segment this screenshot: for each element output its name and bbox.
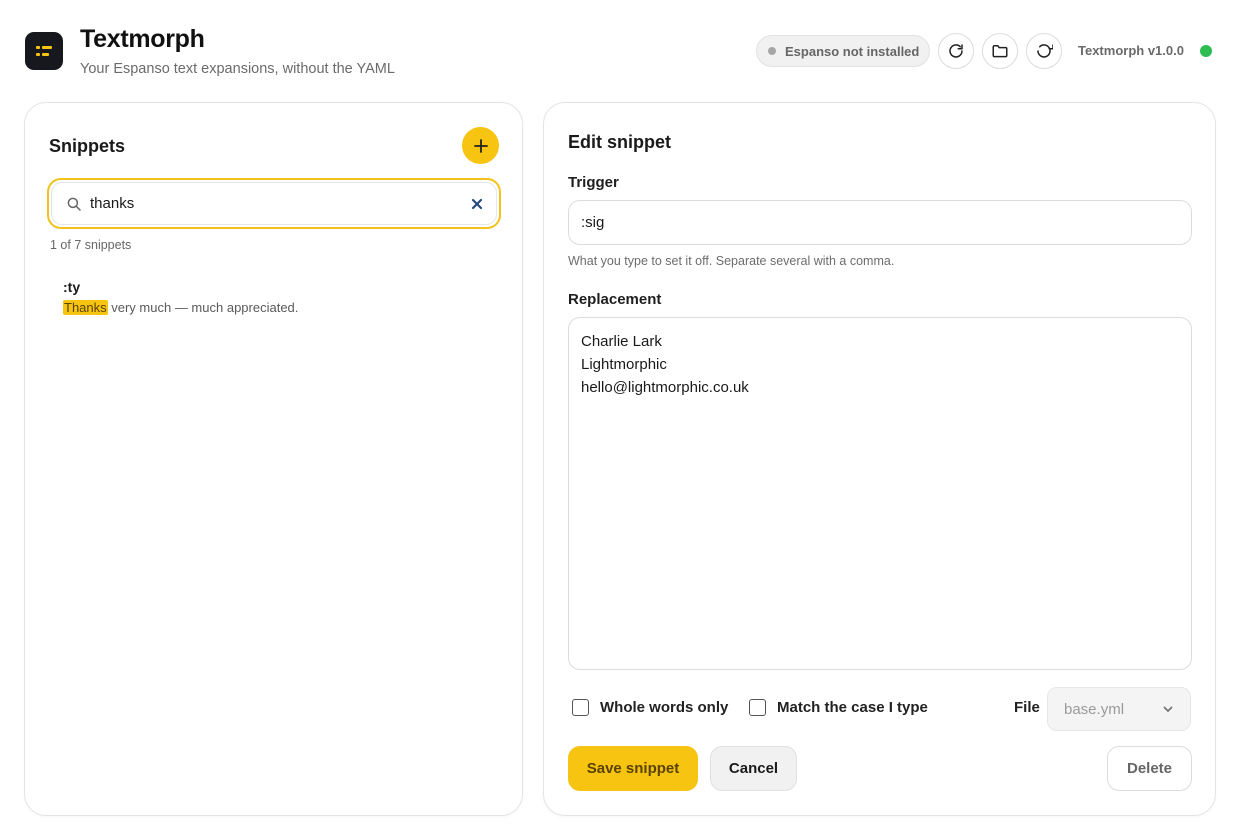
status-dot bbox=[768, 47, 776, 55]
espanso-status-badge: Espanso not installed bbox=[756, 35, 930, 67]
trigger-label: Trigger bbox=[568, 174, 619, 191]
snippet-preview: Thanks very much — much appreciated. bbox=[63, 300, 487, 315]
open-folder-button[interactable] bbox=[982, 33, 1018, 69]
edit-snippet-panel: Edit snippet Trigger What you type to se… bbox=[543, 102, 1216, 816]
status-text: Espanso not installed bbox=[785, 43, 920, 59]
reload-icon bbox=[1037, 44, 1053, 58]
app-subtitle: Your Espanso text expansions, without th… bbox=[80, 61, 395, 77]
trigger-help-text: What you type to set it off. Separate se… bbox=[568, 254, 895, 268]
list-icon bbox=[36, 46, 52, 56]
save-snippet-button[interactable]: Save snippet bbox=[568, 746, 698, 791]
snippets-panel: Snippets 1 of 7 snippets :ty Thanks very… bbox=[24, 102, 523, 816]
delete-button[interactable]: Delete bbox=[1107, 746, 1192, 791]
refresh-icon bbox=[949, 44, 963, 58]
replacement-label: Replacement bbox=[568, 291, 662, 308]
chevron-down-icon bbox=[1163, 706, 1173, 712]
refresh-button[interactable] bbox=[938, 33, 974, 69]
app-title: Textmorph bbox=[80, 25, 205, 53]
snippet-list-item[interactable]: :ty Thanks very much — much appreciated. bbox=[50, 269, 500, 327]
whole-words-checkbox[interactable]: Whole words only bbox=[572, 699, 728, 716]
whole-words-label: Whole words only bbox=[600, 699, 729, 716]
search-box bbox=[47, 178, 501, 229]
online-status-dot bbox=[1200, 45, 1212, 57]
search-input[interactable] bbox=[90, 183, 450, 224]
app-logo bbox=[25, 32, 63, 70]
match-case-checkbox[interactable]: Match the case I type bbox=[749, 699, 928, 716]
file-label: File bbox=[1014, 699, 1040, 716]
checkbox-box[interactable] bbox=[572, 699, 589, 716]
file-select[interactable]: base.yml bbox=[1047, 687, 1191, 731]
replacement-textarea[interactable]: Charlie Lark Lightmorphic hello@lightmor… bbox=[568, 317, 1192, 670]
editor-title: Edit snippet bbox=[568, 132, 671, 152]
search-highlight: Thanks bbox=[63, 300, 108, 315]
reload-button[interactable] bbox=[1026, 33, 1062, 69]
app-version: Textmorph v1.0.0 bbox=[1078, 43, 1184, 58]
match-case-label: Match the case I type bbox=[777, 699, 928, 716]
app-header: Textmorph Your Espanso text expansions, … bbox=[0, 0, 1240, 100]
search-icon bbox=[67, 197, 81, 211]
snippet-preview-text: very much — much appreciated. bbox=[107, 300, 299, 315]
checkbox-box[interactable] bbox=[749, 699, 766, 716]
clear-search-icon[interactable] bbox=[470, 197, 484, 211]
add-snippet-button[interactable] bbox=[462, 127, 499, 164]
plus-icon bbox=[473, 138, 488, 153]
snippets-title: Snippets bbox=[49, 136, 126, 156]
cancel-button[interactable]: Cancel bbox=[710, 746, 797, 791]
folder-icon bbox=[992, 45, 1008, 58]
snippet-trigger: :ty bbox=[63, 279, 81, 295]
trigger-input[interactable] bbox=[568, 200, 1192, 245]
result-count: 1 of 7 snippets bbox=[50, 238, 132, 252]
file-select-value: base.yml bbox=[1064, 700, 1125, 718]
